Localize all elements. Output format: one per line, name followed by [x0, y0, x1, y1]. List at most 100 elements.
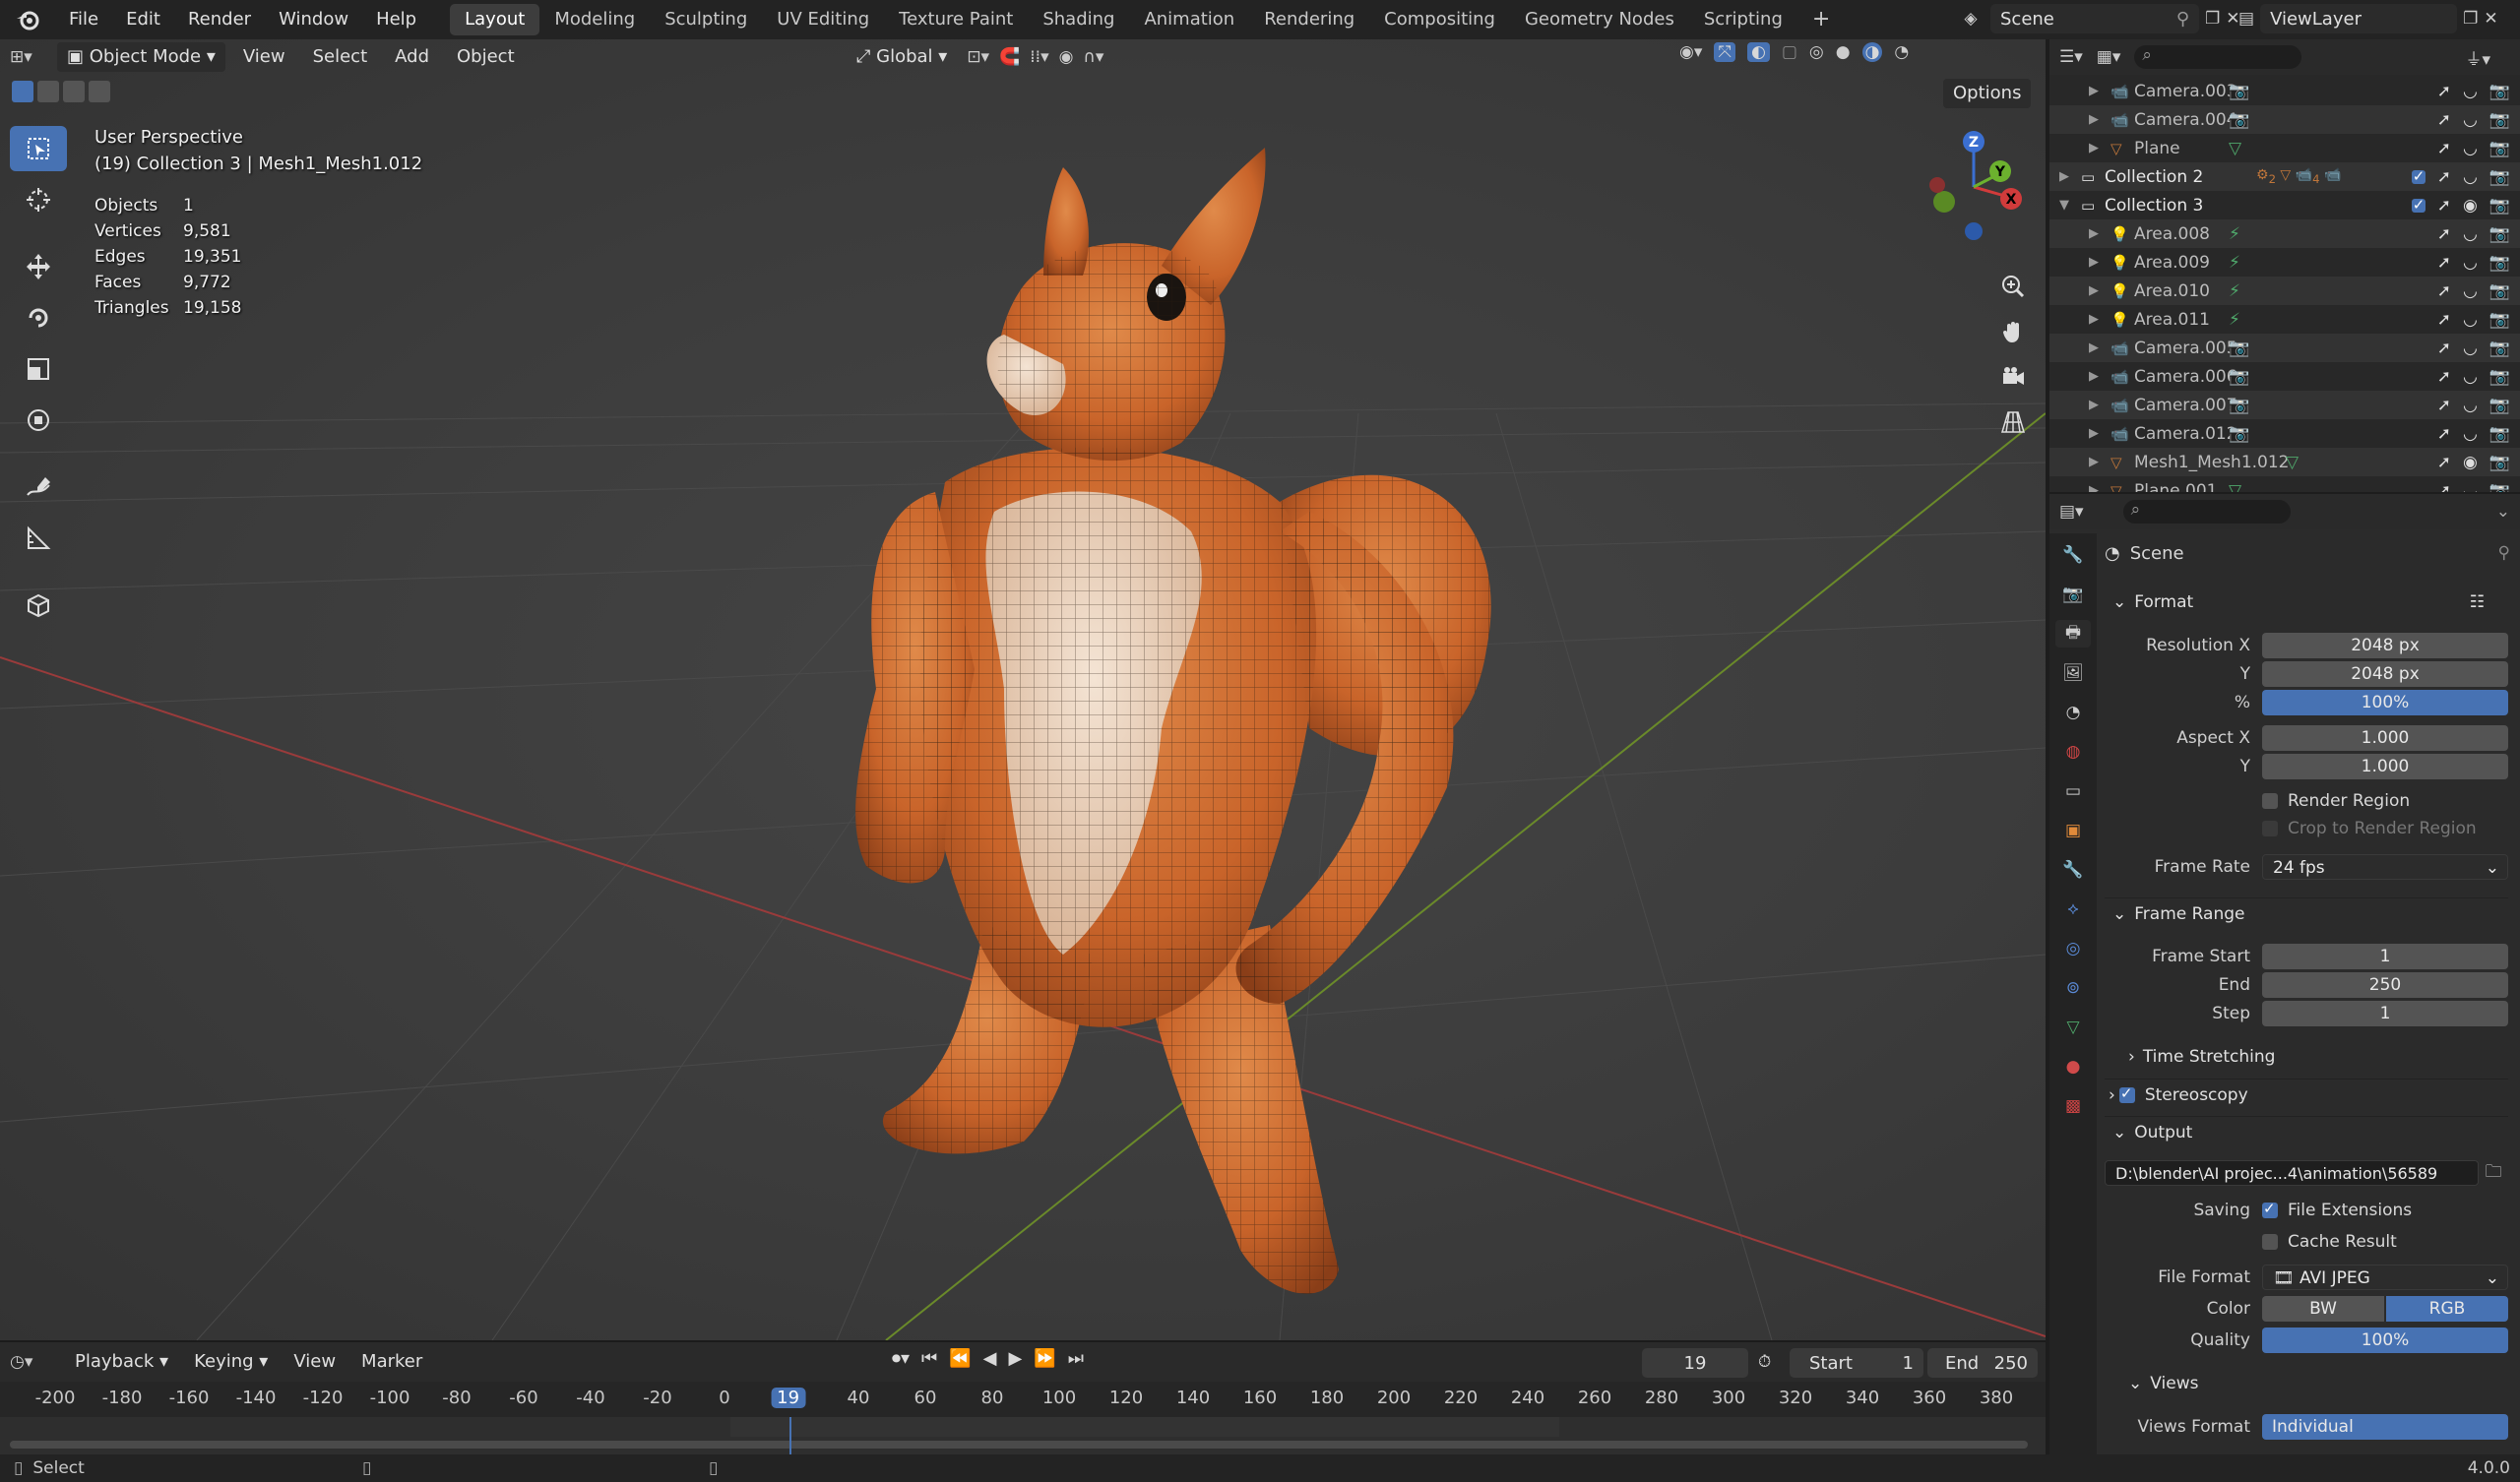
output-tab-icon[interactable]: 🖶: [2055, 620, 2091, 648]
select-extend-icon[interactable]: [37, 81, 59, 102]
menu-view[interactable]: View: [233, 42, 295, 72]
expand-arrow-icon[interactable]: ▶: [2089, 84, 2099, 98]
selectable-icon[interactable]: ➚: [2437, 453, 2451, 472]
expand-arrow-icon[interactable]: ▶: [2089, 398, 2099, 412]
folder-icon[interactable]: 🗀: [2479, 1159, 2508, 1188]
outliner-search-input[interactable]: ⌕: [2134, 45, 2302, 69]
gizmo-neg-z[interactable]: [1965, 222, 1983, 240]
selectable-icon[interactable]: ➚: [2437, 339, 2451, 358]
selectable-icon[interactable]: ➚: [2437, 253, 2451, 273]
file-extensions-checkbox[interactable]: [2262, 1200, 2278, 1218]
frame-range-panel-header[interactable]: ⌄ Frame Range: [2105, 897, 2508, 929]
outliner-object-row[interactable]: ▶ 💡 Area.009 ⚡ ➚ ◡ 📷: [2049, 248, 2520, 277]
render-camera-icon[interactable]: 📷: [2489, 139, 2510, 158]
prev-keyframe-icon[interactable]: ⏪: [949, 1348, 971, 1369]
solid-shading-icon[interactable]: ●: [1836, 42, 1851, 62]
file-format-dropdown[interactable]: 🎞 AVI JPEG ⌄: [2262, 1265, 2508, 1290]
select-intersect-icon[interactable]: [89, 81, 110, 102]
expand-arrow-icon[interactable]: ▶: [2089, 483, 2099, 492]
current-frame-marker[interactable]: 19: [771, 1388, 806, 1408]
outliner-object-row[interactable]: ▶ 📹 Camera.012 📷 ➚ ◡ 📷: [2049, 419, 2520, 448]
expand-arrow-icon[interactable]: ▶: [2089, 141, 2099, 155]
tab-sculpting[interactable]: Sculpting: [650, 4, 762, 35]
expand-arrow-icon[interactable]: ▶: [2059, 169, 2069, 184]
expand-arrow-icon[interactable]: ▶: [2089, 112, 2099, 127]
crop-region-checkbox[interactable]: [2262, 821, 2278, 836]
transform-orientation-dropdown[interactable]: ⤢ Global ▾: [847, 42, 957, 72]
snap-target-icon[interactable]: ⁞⁞▾: [1030, 47, 1048, 67]
mode-dropdown[interactable]: ▣ Object Mode ▾: [57, 42, 225, 72]
selectable-icon[interactable]: ➚: [2437, 424, 2451, 444]
menu-timeline-view[interactable]: View: [284, 1347, 346, 1377]
visibility-eye-icon[interactable]: ◡: [2463, 82, 2478, 101]
stereoscopy-panel-header[interactable]: ›Stereoscopy: [2105, 1079, 2508, 1110]
outliner-object-row[interactable]: ▶ 💡 Area.008 ⚡ ➚ ◡ 📷: [2049, 219, 2520, 248]
scene-tab-icon[interactable]: ◔: [2055, 699, 2091, 726]
camera-view-icon[interactable]: [1992, 356, 2034, 398]
menu-window[interactable]: Window: [265, 0, 362, 39]
properties-editor-icon[interactable]: ▤▾: [2059, 502, 2084, 522]
cache-result-checkbox[interactable]: [2262, 1234, 2278, 1250]
selectable-icon[interactable]: ➚: [2437, 196, 2451, 216]
pin-context-icon[interactable]: ⚲: [2498, 543, 2510, 563]
format-panel-header[interactable]: ⌄ Format ☷: [2105, 587, 2508, 618]
selectable-icon[interactable]: ➚: [2437, 82, 2451, 101]
tool-tab-icon[interactable]: 🔧: [2055, 541, 2091, 569]
collapse-icon[interactable]: ⌄: [2496, 502, 2510, 522]
selectable-icon[interactable]: ➚: [2437, 310, 2451, 330]
frame-start-field[interactable]: 1: [2262, 944, 2508, 969]
material-shading-icon[interactable]: ◑: [1861, 42, 1883, 62]
visibility-eye-icon[interactable]: ◡: [2463, 281, 2478, 301]
visibility-eye-icon[interactable]: ◡: [2463, 139, 2478, 158]
pin-icon[interactable]: ⚲: [2176, 9, 2189, 30]
filter-icon[interactable]: ⏚▾: [2465, 45, 2490, 70]
select-new-icon[interactable]: [12, 81, 33, 102]
frame-end-field[interactable]: 250: [2262, 972, 2508, 998]
render-camera-icon[interactable]: 📷: [2489, 167, 2510, 187]
menu-add[interactable]: Add: [385, 42, 439, 72]
selectable-icon[interactable]: ➚: [2437, 224, 2451, 244]
editor-type-icon[interactable]: ⊞▾: [10, 47, 49, 67]
visibility-eye-icon[interactable]: ◡: [2463, 481, 2478, 493]
selectable-icon[interactable]: ➚: [2437, 396, 2451, 415]
stereoscopy-checkbox[interactable]: [2118, 1084, 2135, 1103]
collection-include-checkbox[interactable]: [2411, 196, 2426, 214]
presets-icon[interactable]: ☷: [2470, 592, 2485, 612]
start-frame-field[interactable]: Start 1: [1790, 1348, 1923, 1378]
timeline-editor-icon[interactable]: ◷▾: [10, 1352, 59, 1372]
expand-arrow-icon[interactable]: ▼: [2059, 198, 2069, 213]
viewlayer-field[interactable]: ViewLayer: [2260, 4, 2458, 33]
particles-tab-icon[interactable]: ⟡: [2055, 895, 2091, 923]
frame-rate-dropdown[interactable]: 24 fps ⌄: [2262, 854, 2508, 880]
cursor-tool[interactable]: [10, 177, 67, 222]
data-tab-icon[interactable]: ▽: [2055, 1014, 2091, 1041]
jump-end-icon[interactable]: ⏭: [1068, 1348, 1084, 1369]
selectable-icon[interactable]: ➚: [2437, 281, 2451, 301]
play-reverse-icon[interactable]: ◀: [983, 1348, 997, 1369]
properties-search-input[interactable]: ⌕: [2122, 500, 2291, 524]
frame-step-field[interactable]: 1: [2262, 1001, 2508, 1026]
render-camera-icon[interactable]: 📷: [2489, 281, 2510, 301]
render-tab-icon[interactable]: 📷: [2055, 581, 2091, 608]
menu-file[interactable]: File: [55, 0, 112, 39]
render-camera-icon[interactable]: 📷: [2489, 196, 2510, 216]
aspect-x-field[interactable]: 1.000: [2262, 725, 2508, 751]
outliner-object-row[interactable]: ▶ 📹 Camera.004 📷 ➚ ◡ 📷: [2049, 105, 2520, 134]
selectable-icon[interactable]: ➚: [2437, 110, 2451, 130]
views-panel-header[interactable]: ⌄ Views: [2120, 1368, 2520, 1399]
world-tab-icon[interactable]: ◍: [2055, 738, 2091, 766]
outliner-object-row[interactable]: ▶ 📹 Camera.005 📷 ➚ ◡ 📷: [2049, 334, 2520, 362]
jump-start-icon[interactable]: ⏮: [921, 1348, 937, 1369]
render-camera-icon[interactable]: 📷: [2489, 396, 2510, 415]
zoom-icon[interactable]: [1992, 266, 2034, 307]
visibility-eye-icon[interactable]: ◡: [2463, 110, 2478, 130]
transform-tool[interactable]: [10, 398, 67, 443]
overlays-icon[interactable]: ◐: [1746, 42, 1770, 62]
visibility-eye-icon[interactable]: ◡: [2463, 253, 2478, 273]
tab-geometry-nodes[interactable]: Geometry Nodes: [1510, 4, 1689, 35]
outliner-object-row[interactable]: ▶ ▽ Plane ▽ ➚ ◡ 📷: [2049, 134, 2520, 162]
keyframe-track[interactable]: [0, 1417, 2046, 1456]
collection-tab-icon[interactable]: ▭: [2055, 777, 2091, 805]
render-camera-icon[interactable]: 📷: [2489, 424, 2510, 444]
remove-viewlayer-icon[interactable]: ✕: [2484, 9, 2497, 29]
